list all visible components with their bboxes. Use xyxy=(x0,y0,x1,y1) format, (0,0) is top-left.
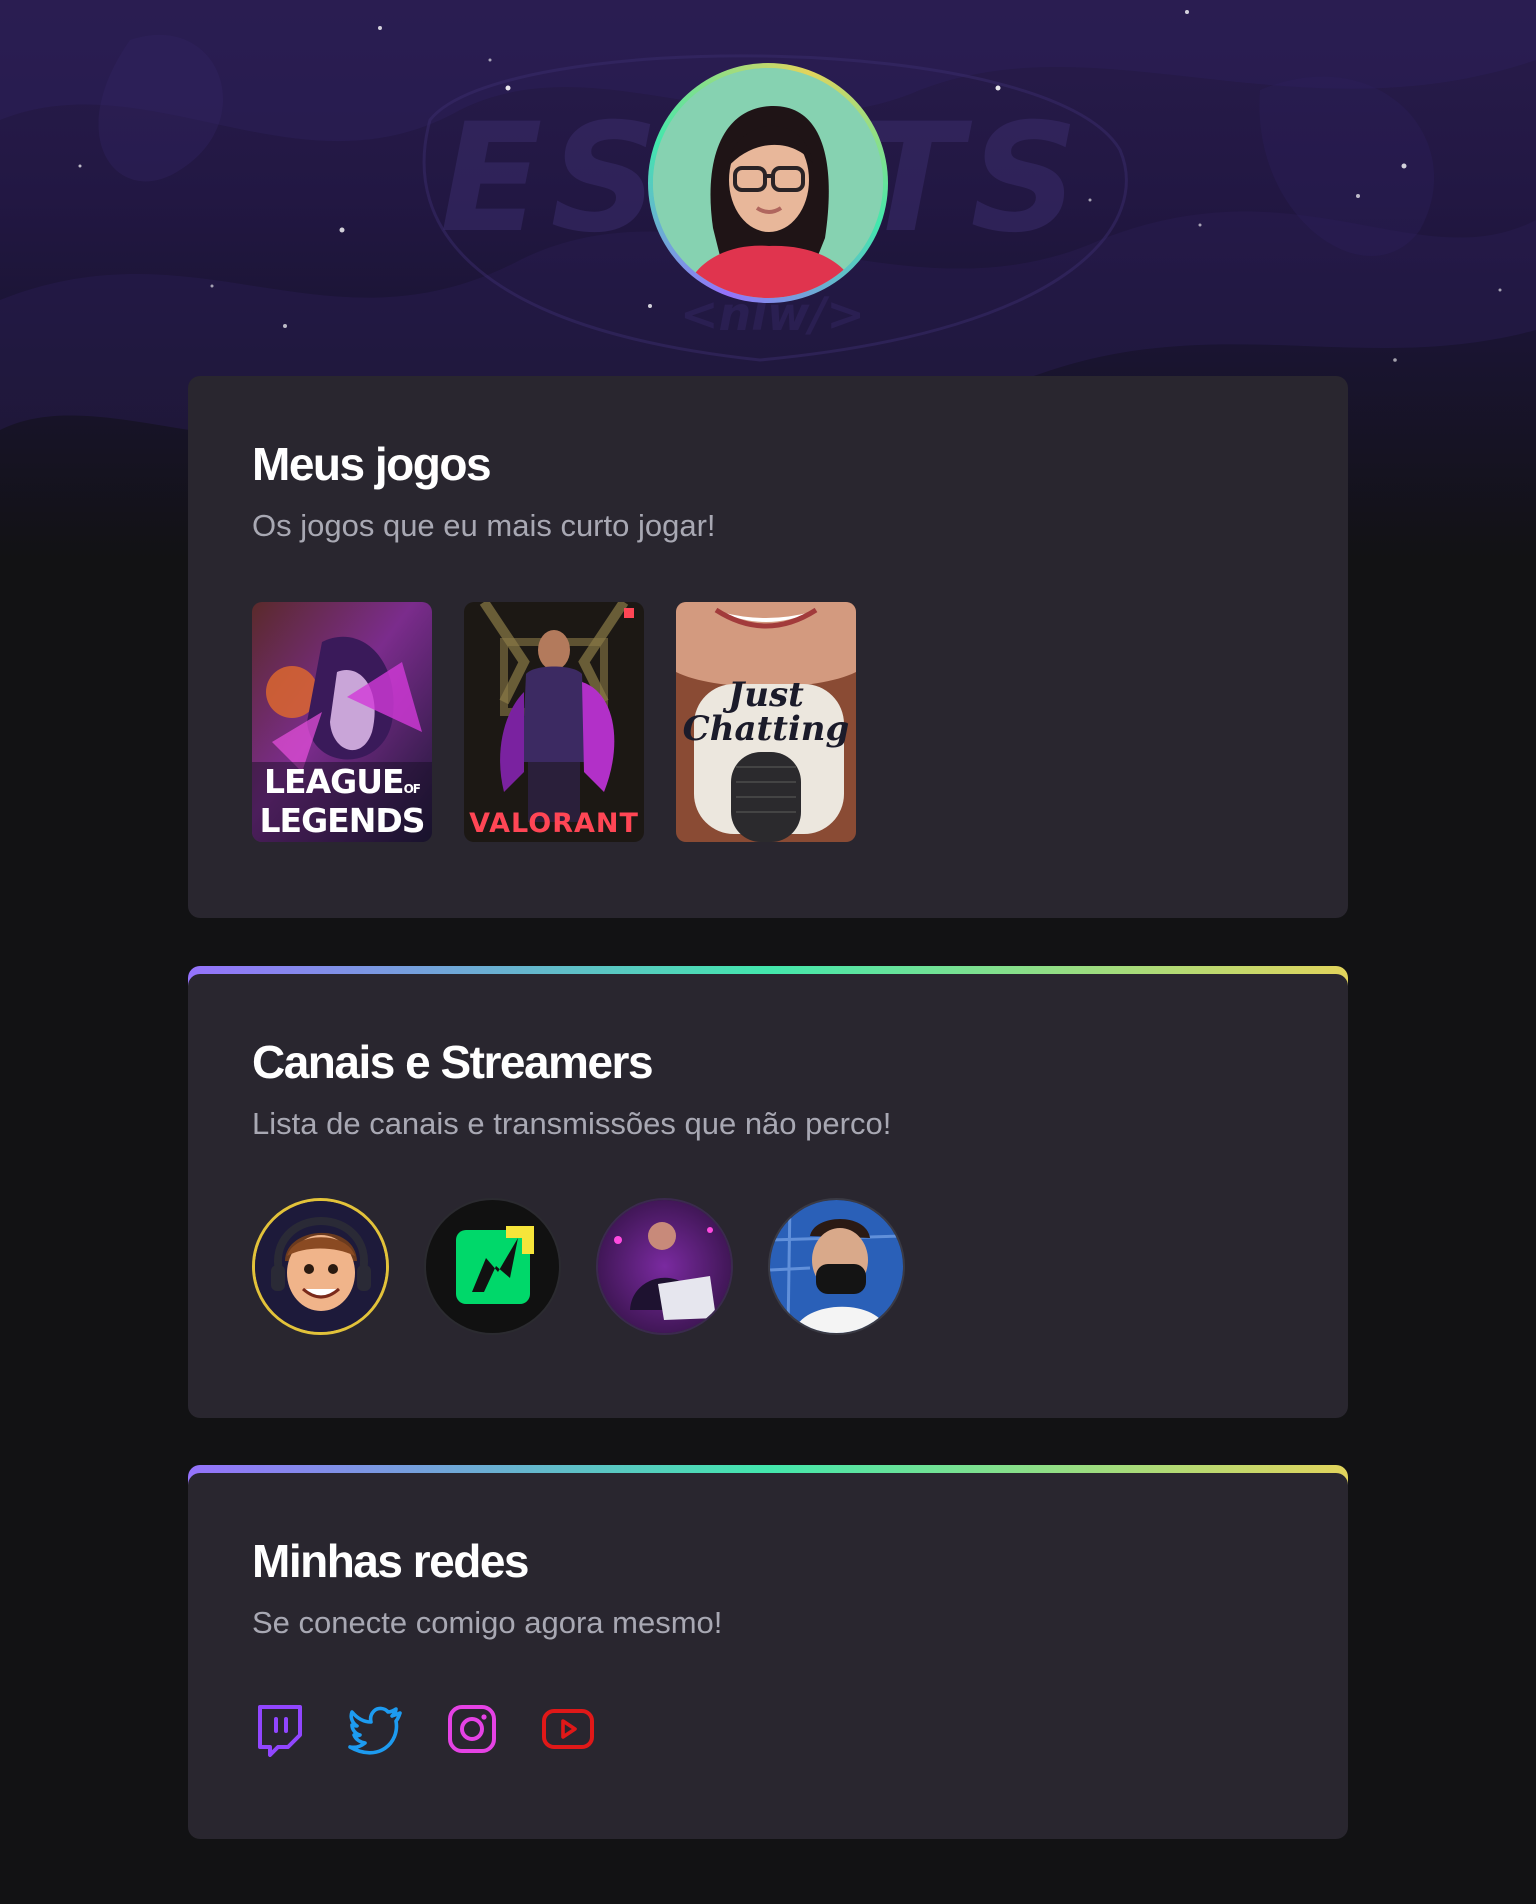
twitch-icon[interactable] xyxy=(252,1701,308,1757)
game-league-of-legends[interactable]: LEAGUEOF LEGENDS xyxy=(252,602,432,842)
socials-card: Minhas redes Se conecte comigo agora mes… xyxy=(188,1465,1348,1839)
streamer-avatar-2[interactable] xyxy=(424,1198,561,1335)
streamers-list xyxy=(252,1198,1284,1335)
lol-label-of: OF xyxy=(403,782,421,796)
chatting-label: Chatting xyxy=(682,709,850,749)
streamers-title: Canais e Streamers xyxy=(252,1036,654,1088)
svg-text:TS: TS xyxy=(860,92,1086,266)
streamer-avatar-1[interactable] xyxy=(252,1198,389,1335)
avatar-photo xyxy=(653,68,883,298)
lol-label-1: LEAGUE xyxy=(264,762,405,801)
streamers-card: Canais e Streamers Lista de canais e tra… xyxy=(188,966,1348,1418)
instagram-icon[interactable] xyxy=(444,1701,500,1757)
youtube-icon[interactable] xyxy=(540,1701,596,1757)
socials-list xyxy=(252,1701,1284,1757)
twitter-icon[interactable] xyxy=(348,1701,404,1757)
game-just-chatting[interactable]: Just Chatting xyxy=(676,602,856,842)
games-title: Meus jogos xyxy=(252,438,492,490)
streamers-subtitle: Lista de canais e transmissões que não p… xyxy=(252,1106,892,1141)
games-subtitle: Os jogos que eu mais curto jogar! xyxy=(252,508,716,543)
games-card: Meus jogos Os jogos que eu mais curto jo… xyxy=(188,368,1348,918)
game-valorant[interactable]: VALORANT xyxy=(464,602,644,842)
streamer-avatar-4[interactable] xyxy=(768,1198,905,1335)
streamer-avatar-3[interactable] xyxy=(596,1198,733,1335)
socials-title: Minhas redes xyxy=(252,1535,530,1587)
lol-label-2: LEGENDS xyxy=(259,801,426,840)
profile-avatar xyxy=(648,63,888,303)
valorant-label: VALORANT xyxy=(469,808,639,839)
socials-subtitle: Se conecte comigo agora mesmo! xyxy=(252,1605,723,1640)
games-list: LEAGUEOF LEGENDS VALORANT Just Chatting xyxy=(252,602,1284,842)
